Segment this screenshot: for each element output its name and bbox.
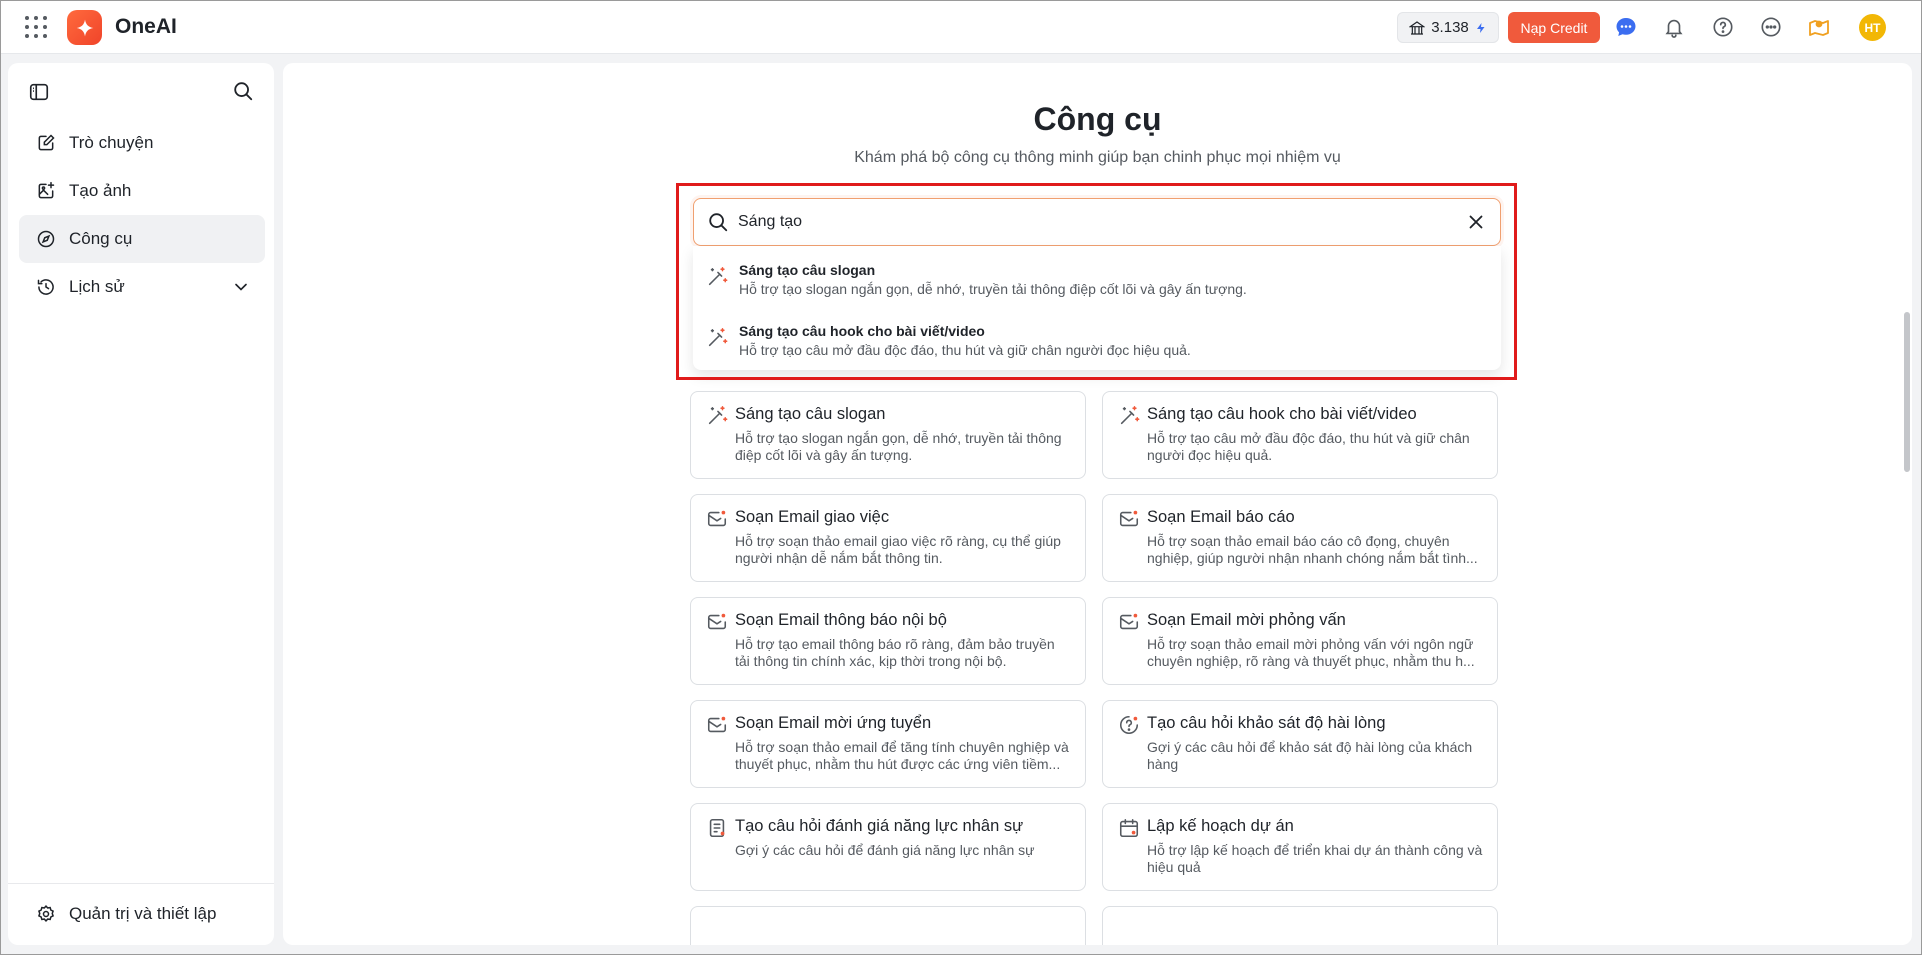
sidebar-item-tools[interactable]: Công cụ — [19, 215, 265, 263]
tool-desc: Hỗ trợ tạo câu mở đầu độc đáo, thu hút v… — [1147, 430, 1470, 463]
tool-title: Sáng tạo câu hook cho bài viết/video — [1147, 405, 1417, 423]
image-icon — [38, 181, 55, 199]
mail-icon — [1119, 613, 1139, 630]
topup-credit-button[interactable]: Nạp Credit — [1508, 12, 1600, 43]
tool-desc: Hỗ trợ soạn thảo email mời phỏng vấn với… — [1147, 636, 1475, 669]
tool-card-partial[interactable] — [1102, 906, 1498, 945]
top-bar: OneAI 3.138 Nạp Credit HT — [0, 0, 1922, 54]
tool-card-partial[interactable] — [690, 906, 1086, 945]
tool-desc: Gợi ý các câu hỏi để khảo sát độ hài lòn… — [1147, 739, 1473, 772]
magic-wand-icon — [708, 267, 728, 286]
sidebar-search-icon[interactable] — [232, 80, 256, 104]
tool-desc: Hỗ trợ soạn thảo email giao việc rõ ràng… — [735, 533, 1061, 566]
sidebar-toggle-icon[interactable] — [28, 81, 52, 105]
checklist-icon — [709, 818, 725, 838]
more-icon[interactable] — [1758, 14, 1784, 40]
sidebar-item-label: Trò chuyện — [69, 133, 154, 152]
sidebar-item-image[interactable]: Tạo ảnh — [19, 167, 265, 215]
tool-title: Soạn Email thông báo nội bộ — [735, 611, 947, 629]
tool-card-slogan[interactable]: Sáng tạo câu slogan Hỗ trợ tạo slogan ng… — [690, 391, 1086, 479]
help-icon[interactable] — [1710, 14, 1736, 40]
search-icon — [709, 213, 728, 232]
tool-card-email-interview[interactable]: Soạn Email mời phỏng vấn Hỗ trợ soạn thả… — [1102, 597, 1498, 685]
tool-desc: Hỗ trợ lập kế hoạch để triển khai dự án … — [1147, 842, 1483, 875]
tool-desc: Gợi ý các câu hỏi để đánh giá năng lực n… — [735, 842, 1035, 858]
apps-grid-icon[interactable] — [25, 16, 47, 38]
suggestion-desc: Hỗ trợ tạo câu mở đầu độc đáo, thu hút v… — [739, 342, 1191, 358]
tool-title: Soạn Email mời ứng tuyển — [735, 714, 932, 732]
sidebar-item-settings[interactable]: Quản trị và thiết lập — [19, 892, 265, 936]
sidebar-item-label: Công cụ — [69, 229, 133, 248]
main-content: Công cụ Khám phá bộ công cụ thông minh g… — [283, 63, 1912, 945]
tool-title: Sáng tạo câu slogan — [735, 405, 886, 423]
sidebar-divider — [8, 883, 274, 884]
main-scrollbar[interactable] — [1904, 312, 1910, 472]
edit-icon — [38, 134, 55, 151]
map-pin-icon[interactable] — [1806, 14, 1832, 40]
magic-wand-icon — [708, 406, 728, 425]
bank-icon — [1409, 20, 1426, 35]
search-suggestions: Sáng tạo câu slogan Hỗ trợ tạo slogan ng… — [693, 246, 1501, 370]
credit-amount: 3.138 — [1431, 19, 1469, 36]
tool-search-input[interactable] — [738, 207, 1438, 237]
tool-desc: Hỗ trợ tạo slogan ngắn gọn, dễ nhớ, truy… — [735, 430, 1062, 463]
magic-wand-icon — [1120, 406, 1140, 425]
close-icon[interactable] — [1465, 211, 1487, 233]
tool-desc: Hỗ trợ soạn thảo email báo cáo cô đọng, … — [1147, 533, 1478, 566]
sidebar-item-label: Tạo ảnh — [69, 181, 132, 200]
tool-card-email-recruit[interactable]: Soạn Email mời ứng tuyển Hỗ trợ soạn thả… — [690, 700, 1086, 788]
oneai-logo-icon — [67, 10, 102, 45]
sidebar-item-chat[interactable]: Trò chuyện — [19, 119, 265, 167]
page-title: Công cụ — [1033, 101, 1162, 137]
bell-icon[interactable] — [1661, 14, 1687, 40]
tool-title: Soạn Email báo cáo — [1147, 508, 1295, 526]
tool-title: Soạn Email mời phỏng vấn — [1147, 611, 1346, 629]
app-title: OneAI — [115, 15, 177, 38]
sidebar: Trò chuyện Tạo ảnh Công cụ Lịch sử Quản … — [8, 63, 274, 945]
suggestion-item[interactable]: Sáng tạo câu slogan Hỗ trợ tạo slogan ng… — [693, 248, 1501, 306]
mail-icon — [707, 510, 727, 527]
sidebar-item-label: Lịch sử — [69, 277, 125, 296]
tool-card-email-internal[interactable]: Soạn Email thông báo nội bộ Hỗ trợ tạo e… — [690, 597, 1086, 685]
tool-card-project-plan[interactable]: Lập kế hoạch dự án Hỗ trợ lập kế hoạch đ… — [1102, 803, 1498, 891]
calendar-icon — [1119, 818, 1139, 838]
credit-balance[interactable]: 3.138 — [1397, 12, 1499, 43]
mail-icon — [707, 716, 727, 733]
lightning-icon — [1476, 22, 1485, 33]
page-subtitle: Khám phá bộ công cụ thông minh giúp bạn … — [854, 149, 1341, 166]
sidebar-item-history[interactable]: Lịch sử — [19, 263, 265, 311]
compass-icon — [37, 230, 55, 248]
user-avatar[interactable]: HT — [1859, 14, 1886, 41]
suggestion-title: Sáng tạo câu slogan — [739, 262, 876, 278]
magic-wand-icon — [708, 328, 728, 347]
history-icon — [37, 279, 54, 295]
tool-title: Tạo câu hỏi khảo sát độ hài lòng — [1147, 714, 1386, 732]
survey-icon — [1120, 715, 1139, 734]
tool-card-email-report[interactable]: Soạn Email báo cáo Hỗ trợ soạn thảo emai… — [1102, 494, 1498, 582]
tool-search-box — [693, 198, 1501, 246]
settings-label: Quản trị và thiết lập — [69, 904, 217, 923]
tool-card-email-assign[interactable]: Soạn Email giao việc Hỗ trợ soạn thảo em… — [690, 494, 1086, 582]
tool-card-hook[interactable]: Sáng tạo câu hook cho bài viết/video Hỗ … — [1102, 391, 1498, 479]
mail-icon — [707, 613, 727, 630]
suggestion-title: Sáng tạo câu hook cho bài viết/video — [739, 323, 985, 339]
tool-desc: Hỗ trợ soạn thảo email để tăng tính chuy… — [735, 739, 1069, 772]
mail-icon — [1119, 510, 1139, 527]
tool-card-hr-assessment[interactable]: Tạo câu hỏi đánh giá năng lực nhân sự Gợ… — [690, 803, 1086, 891]
tool-title: Soạn Email giao việc — [735, 508, 890, 526]
tool-card-survey[interactable]: Tạo câu hỏi khảo sát độ hài lòng Gợi ý c… — [1102, 700, 1498, 788]
chat-bubble-icon[interactable] — [1613, 14, 1639, 40]
tool-desc: Hỗ trợ tạo email thông báo rõ ràng, đảm … — [735, 636, 1055, 669]
gear-icon — [37, 904, 55, 923]
suggestion-desc: Hỗ trợ tạo slogan ngắn gọn, dễ nhớ, truy… — [739, 281, 1247, 297]
tool-title: Tạo câu hỏi đánh giá năng lực nhân sự — [735, 817, 1024, 835]
tool-title: Lập kế hoạch dự án — [1147, 817, 1294, 835]
suggestion-item[interactable]: Sáng tạo câu hook cho bài viết/video Hỗ … — [693, 309, 1501, 367]
chevron-down-icon[interactable] — [231, 277, 251, 297]
